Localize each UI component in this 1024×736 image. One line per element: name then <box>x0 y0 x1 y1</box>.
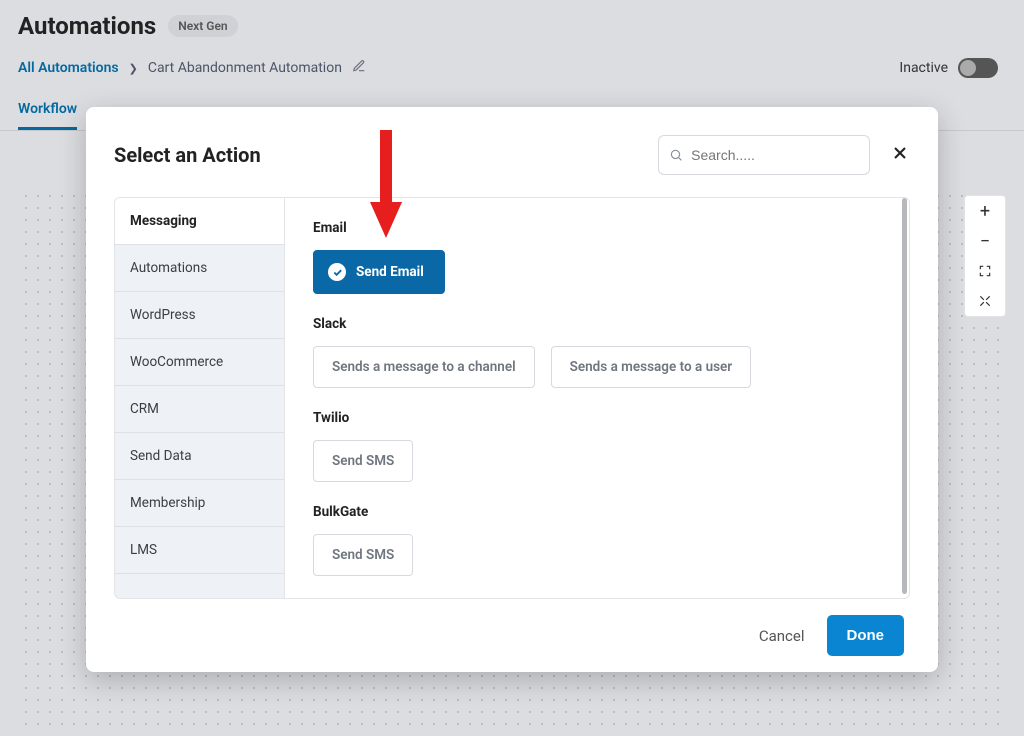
modal-title: Select an Action <box>114 143 261 167</box>
search-icon <box>669 147 683 163</box>
action-twilio-sms[interactable]: Send SMS <box>313 440 413 482</box>
action-slack-user[interactable]: Sends a message to a user <box>551 346 752 388</box>
section-label-email: Email <box>313 220 889 236</box>
done-button[interactable]: Done <box>827 615 905 656</box>
action-list: Email Send Email Slack Sends a message <box>285 198 909 598</box>
category-list: Messaging Automations WordPress WooComme… <box>115 198 285 598</box>
category-woocommerce[interactable]: WooCommerce <box>115 339 284 386</box>
search-field[interactable] <box>658 135 870 175</box>
category-lms[interactable]: LMS <box>115 527 284 574</box>
action-bulkgate-sms[interactable]: Send SMS <box>313 534 413 576</box>
scrollbar[interactable] <box>902 198 907 594</box>
action-slack-channel[interactable]: Sends a message to a channel <box>313 346 535 388</box>
section-label-twilio: Twilio <box>313 410 889 426</box>
section-label-bulkgate: BulkGate <box>313 504 889 520</box>
search-input[interactable] <box>691 147 859 163</box>
close-modal-button[interactable] <box>890 143 910 167</box>
category-membership[interactable]: Membership <box>115 480 284 527</box>
category-send-data[interactable]: Send Data <box>115 433 284 480</box>
action-send-email-label: Send Email <box>356 264 424 280</box>
category-crm[interactable]: CRM <box>115 386 284 433</box>
action-send-email[interactable]: Send Email <box>313 250 445 294</box>
select-action-modal: Select an Action Messaging Automations W… <box>86 107 938 672</box>
category-automations[interactable]: Automations <box>115 245 284 292</box>
section-label-slack: Slack <box>313 316 889 332</box>
category-wordpress[interactable]: WordPress <box>115 292 284 339</box>
check-icon <box>328 263 346 281</box>
category-messaging[interactable]: Messaging <box>115 198 284 245</box>
cancel-button[interactable]: Cancel <box>759 627 805 645</box>
